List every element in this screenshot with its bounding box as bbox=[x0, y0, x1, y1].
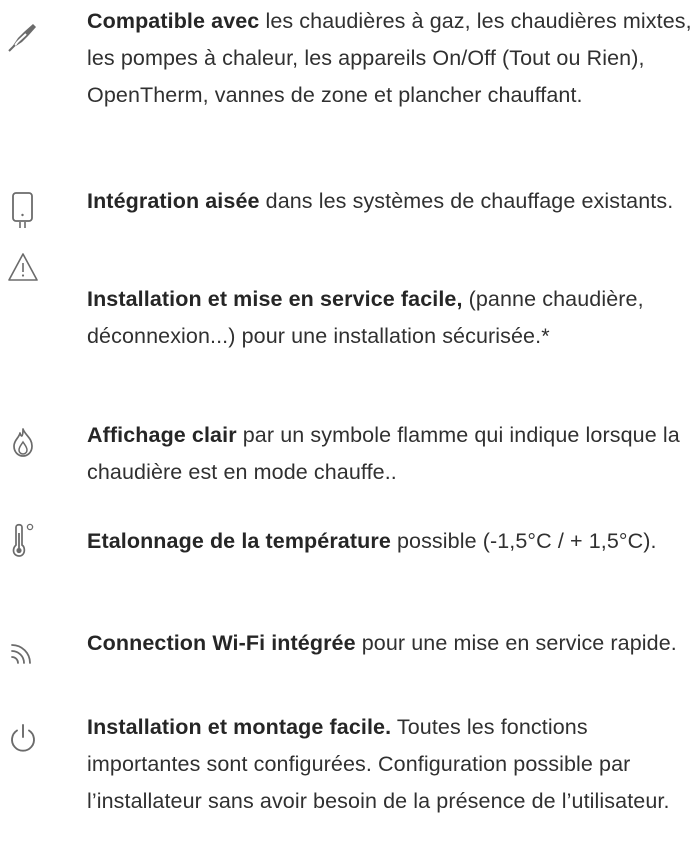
wifi-icon bbox=[6, 635, 40, 675]
feature-title: Affichage clair bbox=[87, 423, 237, 447]
feature-text: Compatible avec les chaudières à gaz, le… bbox=[87, 3, 693, 114]
power-icon bbox=[6, 721, 40, 761]
feature-text: Connection Wi-Fi intégrée pour une mise … bbox=[87, 625, 693, 662]
feature-title: Intégration aisée bbox=[87, 189, 260, 213]
feature-description: dans les systèmes de chauffage existants… bbox=[259, 189, 674, 213]
feature-title: Installation et mise en service facile, bbox=[87, 287, 463, 311]
feature-text: Etalonnage de la température possible (-… bbox=[87, 523, 693, 560]
flame-icon bbox=[6, 425, 40, 465]
feature-text: Installation et montage facile. Toutes l… bbox=[87, 709, 693, 820]
boiler-icon bbox=[6, 191, 40, 231]
feature-title: Connection Wi-Fi intégrée bbox=[87, 631, 356, 655]
thermometer-icon bbox=[6, 521, 40, 561]
feature-text: Affichage clair par un symbole flamme qu… bbox=[87, 417, 693, 491]
feature-description: pour une mise en service rapide. bbox=[355, 631, 677, 655]
feature-title: Installation et montage facile. bbox=[87, 715, 392, 739]
feature-title: Etalonnage de la température bbox=[87, 529, 391, 553]
feature-title: Compatible avec bbox=[87, 9, 260, 33]
feature-text: Installation et mise en service facile, … bbox=[87, 281, 693, 355]
feature-description: possible (-1,5°C / + 1,5°C). bbox=[390, 529, 657, 553]
pipe-wrench-icon bbox=[6, 20, 40, 60]
feature-list-page: { "features": [ { "icon": "pipe-wrench-i… bbox=[0, 0, 698, 850]
warning-triangle-icon bbox=[6, 250, 40, 290]
feature-text: Intégration aisée dans les systèmes de c… bbox=[87, 183, 693, 220]
